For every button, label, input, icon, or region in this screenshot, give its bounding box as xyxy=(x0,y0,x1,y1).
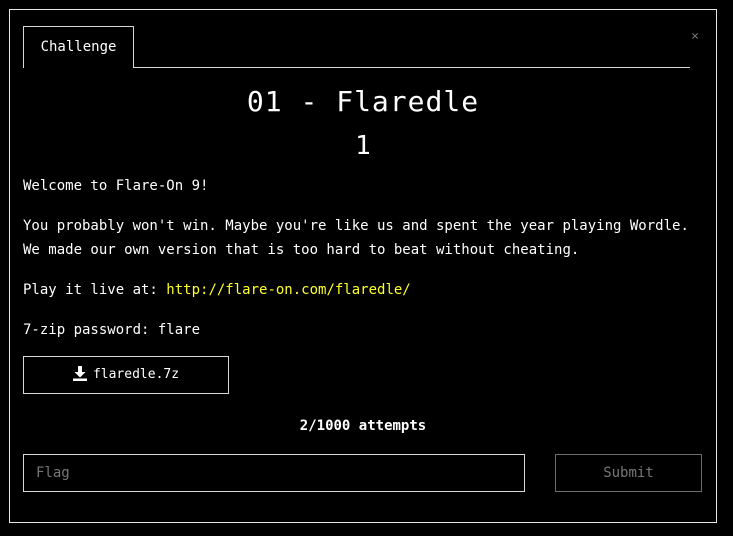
description-text: You probably won't win. Maybe you're lik… xyxy=(23,218,689,258)
tab-challenge[interactable]: Challenge xyxy=(23,26,134,68)
challenge-description: Welcome to Flare-On 9! You probably won'… xyxy=(23,174,703,358)
zip-password-text: 7-zip password: flare xyxy=(23,322,201,338)
download-file-button[interactable]: flaredle.7z xyxy=(23,356,229,394)
challenge-modal: Challenge ⨯ 01 - Flaredle 1 Welcome to F… xyxy=(9,9,717,523)
tab-bar: Challenge xyxy=(23,26,690,68)
play-link[interactable]: http://flare-on.com/flaredle/ xyxy=(166,282,410,298)
play-line: Play it live at: http://flare-on.com/fla… xyxy=(23,278,703,302)
download-icon xyxy=(72,366,87,381)
flag-input[interactable] xyxy=(23,454,525,492)
welcome-text: Welcome to Flare-On 9! xyxy=(23,178,209,194)
attempts-counter: 2/1000 attempts xyxy=(299,418,427,434)
challenge-title: 01 - Flaredle xyxy=(246,85,480,118)
close-icon[interactable]: ⨯ xyxy=(688,30,702,44)
download-file-label: flaredle.7z xyxy=(92,367,180,382)
challenge-points: 1 xyxy=(355,131,371,161)
play-prefix: Play it live at: xyxy=(23,282,167,298)
submit-button[interactable]: Submit xyxy=(555,454,702,492)
